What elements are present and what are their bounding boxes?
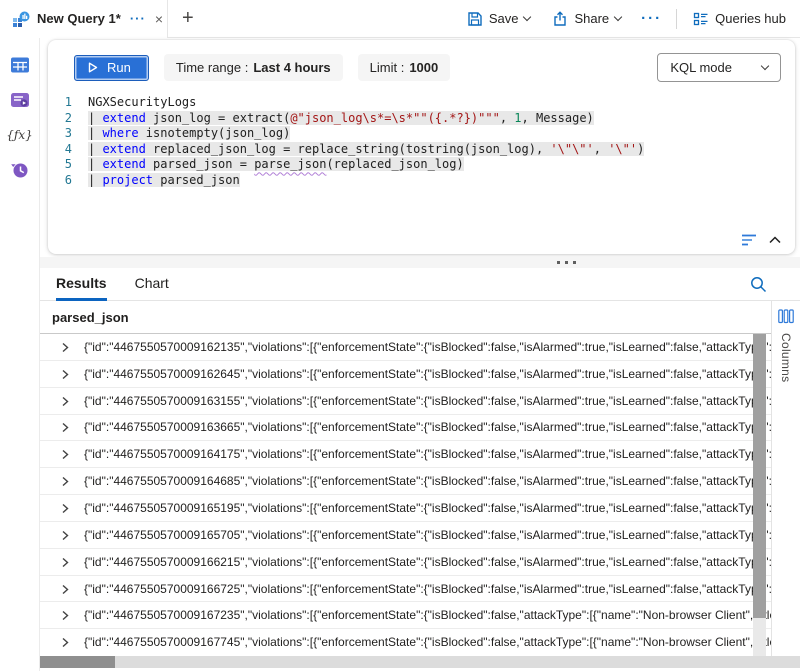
tab-title: New Query 1* (37, 11, 121, 26)
format-lines-icon[interactable] (741, 233, 758, 247)
vertical-scrollbar-thumb[interactable] (753, 334, 766, 618)
time-range-picker[interactable]: Time range : Last 4 hours (164, 54, 343, 81)
row-json-text: {"id":"4467550570009162135","violations"… (84, 340, 771, 354)
functions-pane-icon[interactable]: {ƒx} (9, 124, 31, 146)
share-chevron-down-icon (614, 12, 622, 20)
expand-row-chevron-icon[interactable] (60, 449, 70, 460)
results-rows: {"id":"4467550570009162135","violations"… (40, 334, 771, 655)
table-row[interactable]: {"id":"4467550570009162135","violations"… (40, 334, 771, 361)
table-row[interactable]: {"id":"4467550570009162645","violations"… (40, 361, 771, 388)
time-range-label: Time range : (176, 60, 249, 75)
column-header-row[interactable]: parsed_json (40, 301, 771, 334)
limit-value: 1000 (409, 60, 438, 75)
row-json-text: {"id":"4467550570009164175","violations"… (84, 447, 771, 461)
table-row[interactable]: {"id":"4467550570009166215","violations"… (40, 549, 771, 576)
row-json-text: {"id":"4467550570009163155","violations"… (84, 394, 771, 408)
table-row[interactable]: {"id":"4467550570009164175","violations"… (40, 441, 771, 468)
query-editor-card: Run Time range : Last 4 hours Limit : 10… (48, 40, 795, 254)
share-label: Share (574, 11, 609, 26)
splitter-handle-icon[interactable] (557, 261, 576, 264)
share-button[interactable]: Share (546, 7, 627, 31)
query-editor[interactable]: 123456 NGXSecurityLogs| extend json_log … (48, 92, 795, 189)
row-json-text: {"id":"4467550570009166215","violations"… (84, 555, 771, 569)
expand-row-chevron-icon[interactable] (60, 422, 70, 433)
expand-row-chevron-icon[interactable] (60, 476, 70, 487)
query-tab[interactable]: New Query 1* ··· × (0, 0, 168, 38)
expand-row-chevron-icon[interactable] (60, 369, 70, 380)
pane-splitter[interactable] (40, 257, 800, 268)
results-tab-bar: Results Chart (40, 268, 800, 301)
expand-row-chevron-icon[interactable] (60, 342, 70, 353)
table-row[interactable]: {"id":"4467550570009167235","violations"… (40, 602, 771, 629)
columns-icon (778, 309, 794, 324)
queries-hub-label: Queries hub (715, 11, 786, 26)
row-json-text: {"id":"4467550570009166725","violations"… (84, 582, 771, 596)
row-json-text: {"id":"4467550570009164685","violations"… (84, 474, 771, 488)
history-pane-icon[interactable] (9, 159, 31, 181)
query-mode-value: KQL mode (670, 60, 732, 75)
code-lines: NGXSecurityLogs| extend json_log = extra… (88, 95, 644, 189)
run-label: Run (107, 60, 131, 75)
vertical-scrollbar[interactable] (753, 334, 766, 656)
play-icon (88, 62, 98, 73)
horizontal-scrollbar-thumb[interactable] (40, 656, 115, 668)
top-bar: New Query 1* ··· × + Save Shar (0, 0, 800, 38)
editor-corner-actions (741, 233, 783, 247)
query-mode-select[interactable]: KQL mode (657, 53, 781, 82)
results-pane: Results Chart parsed_json {"id":"4467550… (40, 268, 800, 671)
new-tab-button[interactable]: + (182, 7, 194, 30)
search-icon[interactable] (750, 276, 767, 298)
limit-picker[interactable]: Limit : 1000 (358, 54, 451, 81)
row-json-text: {"id":"4467550570009167235","violations"… (84, 608, 771, 622)
save-label: Save (489, 11, 519, 26)
table-row[interactable]: {"id":"4467550570009163155","violations"… (40, 388, 771, 415)
expand-row-chevron-icon[interactable] (60, 610, 70, 621)
row-json-text: {"id":"4467550570009162645","violations"… (84, 367, 771, 381)
tables-pane-icon[interactable] (9, 54, 31, 76)
line-numbers: 123456 (48, 95, 72, 189)
table-row[interactable]: {"id":"4467550570009166725","violations"… (40, 576, 771, 603)
collapse-editor-icon[interactable] (767, 233, 783, 247)
more-actions-button[interactable]: ··· (637, 10, 666, 27)
row-json-text: {"id":"4467550570009165705","violations"… (84, 528, 771, 542)
table-row[interactable]: {"id":"4467550570009167745","violations"… (40, 629, 771, 655)
mode-chevron-down-icon (761, 61, 769, 69)
columns-side-panel[interactable]: Columns (771, 301, 800, 656)
left-rail: {ƒx} (0, 38, 40, 671)
actions-divider (676, 9, 677, 29)
table-row[interactable]: {"id":"4467550570009163665","violations"… (40, 415, 771, 442)
save-chevron-down-icon (523, 12, 531, 20)
limit-label: Limit : (370, 60, 405, 75)
tab-results[interactable]: Results (56, 268, 107, 301)
columns-panel-label: Columns (779, 333, 793, 382)
time-range-value: Last 4 hours (253, 60, 330, 75)
expand-row-chevron-icon[interactable] (60, 557, 70, 568)
adx-query-icon (12, 10, 30, 28)
tab-more-menu[interactable]: ··· (130, 11, 146, 26)
queries-hub-button[interactable]: Queries hub (687, 7, 792, 31)
top-actions: Save Share ··· (461, 7, 800, 31)
expand-row-chevron-icon[interactable] (60, 396, 70, 407)
table-row[interactable]: {"id":"4467550570009164685","violations"… (40, 468, 771, 495)
expand-row-chevron-icon[interactable] (60, 584, 70, 595)
tab-close-icon[interactable]: × (155, 11, 163, 27)
tab-chart[interactable]: Chart (135, 268, 169, 301)
editor-toolbar: Run Time range : Last 4 hours Limit : 10… (48, 40, 795, 92)
table-row[interactable]: {"id":"4467550570009165705","violations"… (40, 522, 771, 549)
save-icon (467, 11, 483, 27)
run-button[interactable]: Run (74, 55, 149, 81)
queries-hub-icon (693, 11, 709, 27)
horizontal-scrollbar[interactable] (40, 656, 800, 668)
share-icon (552, 11, 568, 27)
row-json-text: {"id":"4467550570009167745","violations"… (84, 635, 771, 649)
sample-queries-pane-icon[interactable] (9, 89, 31, 111)
expand-row-chevron-icon[interactable] (60, 637, 70, 648)
row-json-text: {"id":"4467550570009163665","violations"… (84, 420, 771, 434)
expand-row-chevron-icon[interactable] (60, 503, 70, 514)
table-row[interactable]: {"id":"4467550570009165195","violations"… (40, 495, 771, 522)
expand-row-chevron-icon[interactable] (60, 530, 70, 541)
save-button[interactable]: Save (461, 7, 537, 31)
row-json-text: {"id":"4467550570009165195","violations"… (84, 501, 771, 515)
column-header-parsed-json: parsed_json (52, 310, 129, 325)
